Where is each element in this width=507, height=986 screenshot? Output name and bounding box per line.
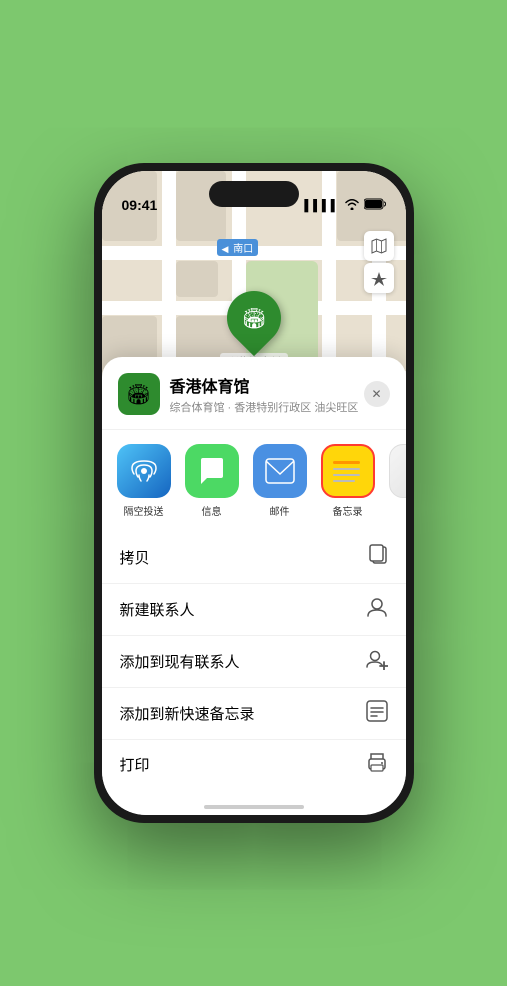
venue-name: 香港体育馆 [170,373,364,397]
new-contact-label: 新建联系人 [120,599,195,620]
share-item-mail[interactable]: 邮件 [250,444,310,518]
map-type-button[interactable] [364,231,394,261]
battery-icon [364,198,386,213]
venue-close-button[interactable]: ✕ [364,381,390,407]
notes-icon [321,444,375,498]
new-contact-icon [366,596,388,623]
share-item-airdrop[interactable]: 隔空投送 [114,444,174,518]
add-contact-icon [366,648,388,675]
messages-label: 信息 [202,503,222,518]
airdrop-icon [117,444,171,498]
more-icon [389,444,406,498]
venue-icon: 🏟 [118,373,160,415]
action-print[interactable]: 打印 [102,739,406,789]
home-indicator [102,797,406,815]
copy-icon [368,544,388,571]
phone-screen: 09:41 ▌▌▌▌ [102,171,406,815]
share-item-notes[interactable]: 备忘录 [318,444,378,518]
action-list: 拷贝 新建联系人 添加到现有联系人 [102,524,406,797]
bottom-sheet: 🏟 香港体育馆 综合体育馆 · 香港特别行政区 油尖旺区 ✕ 隔空投送 [102,357,406,815]
action-add-contact[interactable]: 添加到现有联系人 [102,635,406,687]
share-item-messages[interactable]: 信息 [182,444,242,518]
add-notes-label: 添加到新快速备忘录 [120,703,255,724]
share-item-more[interactable]: 推 [386,444,406,518]
print-icon [366,752,388,777]
venue-info: 香港体育馆 综合体育馆 · 香港特别行政区 油尖旺区 [170,373,364,415]
print-label: 打印 [120,754,150,775]
status-icons: ▌▌▌▌ [304,198,385,213]
add-notes-icon [366,700,388,727]
share-row: 隔空投送 信息 邮件 [102,430,406,524]
action-copy[interactable]: 拷贝 [102,532,406,583]
venue-description: 综合体育馆 · 香港特别行政区 油尖旺区 [170,399,364,415]
status-time: 09:41 [122,197,158,213]
copy-label: 拷贝 [120,547,150,568]
phone-frame: 09:41 ▌▌▌▌ [94,163,414,823]
wifi-icon [344,198,360,213]
map-location-label: ◀ 南口 [217,239,259,256]
messages-icon [185,444,239,498]
mail-label: 邮件 [270,503,290,518]
mail-icon [253,444,307,498]
location-button[interactable] [364,263,394,293]
notes-label: 备忘录 [333,503,363,518]
dynamic-island [209,181,299,207]
signal-icon: ▌▌▌▌ [304,200,339,212]
airdrop-label: 隔空投送 [124,503,164,518]
action-new-contact[interactable]: 新建联系人 [102,583,406,635]
venue-header: 🏟 香港体育馆 综合体育馆 · 香港特别行政区 油尖旺区 ✕ [102,373,406,430]
action-add-notes[interactable]: 添加到新快速备忘录 [102,687,406,739]
add-contact-label: 添加到现有联系人 [120,651,240,672]
map-controls [364,231,394,293]
